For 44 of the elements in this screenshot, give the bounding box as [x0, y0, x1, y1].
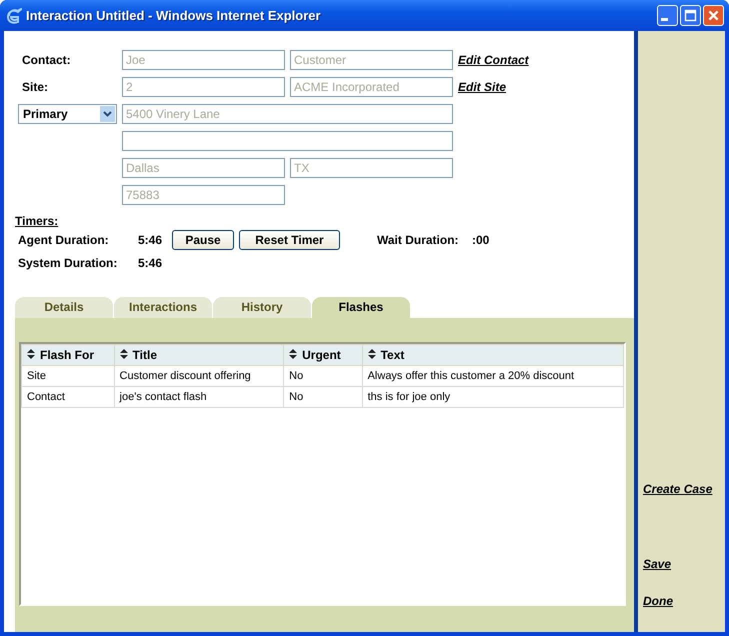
field-label: Site: [21, 80, 50, 94]
edit-site-link[interactable]: Edit Site [458, 80, 506, 94]
table-cell: joe's contact flash [114, 386, 284, 408]
edit-contact-link[interactable]: Edit Contact [458, 53, 529, 67]
timer-label: Wait Duration: [377, 232, 460, 246]
timer-value: 5:46 [138, 232, 164, 246]
sort-icon [289, 349, 298, 359]
close-button[interactable] [703, 5, 724, 26]
address-type-dropdown[interactable]: Primary [18, 104, 117, 124]
tab[interactable]: Flashes [312, 297, 410, 318]
table-cell: Customer discount offering [114, 366, 284, 386]
table-cell: No [284, 366, 362, 386]
timers-heading: Timers: [15, 214, 58, 228]
reset-timer-button[interactable]: Reset Timer [239, 230, 340, 250]
address-field[interactable] [122, 131, 453, 151]
browser-icon [6, 8, 22, 24]
minimize-button[interactable] [657, 5, 678, 26]
timer-label: Agent Duration: [18, 232, 110, 246]
tab[interactable]: Details [15, 297, 113, 318]
sidebar-link[interactable]: Save [643, 557, 725, 571]
timer-value: 5:46 [138, 256, 164, 270]
column-header[interactable]: Text [362, 344, 624, 366]
column-header[interactable]: Flash For [22, 344, 114, 366]
window-title: Interaction Untitled - Windows Internet Explorer [26, 8, 322, 23]
table-cell: ths is for joe only [362, 386, 624, 408]
tab[interactable]: Interactions [114, 297, 212, 318]
table-cell: Contact [22, 386, 114, 408]
sort-icon [120, 349, 128, 359]
sidebar-link[interactable]: Create Case [643, 482, 725, 496]
pause-button[interactable]: Pause [172, 230, 234, 250]
timer-value: :00 [472, 232, 490, 246]
sort-icon [368, 349, 376, 359]
maximize-button[interactable] [680, 5, 701, 26]
column-header[interactable]: Urgent [284, 344, 362, 366]
sidebar-link[interactable]: Done [643, 594, 725, 608]
sort-icon [27, 349, 35, 359]
column-header[interactable]: Title [114, 344, 284, 366]
field-label: Contact: [21, 53, 72, 67]
table-cell: Site [22, 366, 114, 386]
table-cell: No [284, 386, 362, 408]
tab[interactable]: History [213, 297, 311, 318]
minimize-icon [661, 18, 668, 21]
table-cell: Always offer this customer a 20% discount [362, 366, 624, 386]
timer-label: System Duration: [18, 256, 118, 270]
